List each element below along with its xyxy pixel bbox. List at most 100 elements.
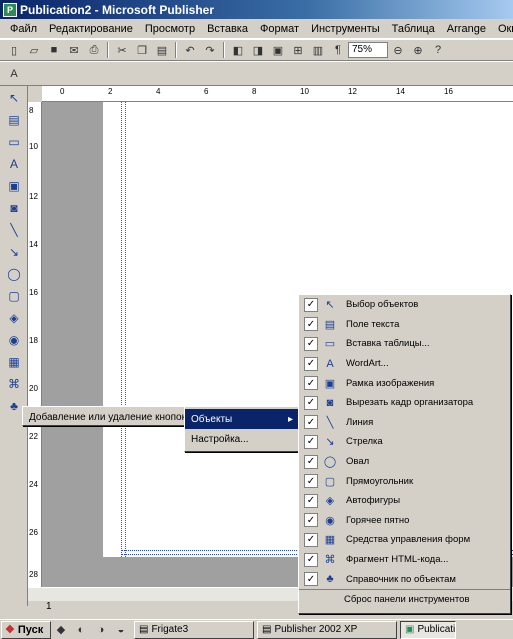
send-back-icon[interactable]: ◨ [250,42,266,58]
bring-front-icon[interactable]: ◧ [230,42,246,58]
taskbar-task-publisher-folder[interactable]: ▤ Publisher 2002 XP [257,620,397,639]
text-box-tool-icon[interactable]: ▤ [4,110,24,130]
menu-item-html-fragment[interactable]: ✓ ⌘ Фрагмент HTML-кода... [299,550,510,570]
pilcrow-icon[interactable]: ¶ [330,42,346,58]
ruler-tick: 10 [300,87,309,96]
quicklaunch-icon[interactable]: ◐ [73,622,89,638]
menu-item-text-box[interactable]: ✓ ▤ Поле текста [299,315,510,335]
menu-item-autoshapes[interactable]: ✓ ◈ Автофигуры [299,491,510,511]
style-icon[interactable]: A [6,66,22,82]
folder-icon: ▤ [262,624,272,635]
menu-item-customize[interactable]: Настройка... [185,429,299,449]
save-icon[interactable]: ■ [46,42,62,58]
group-icon[interactable]: ⊞ [290,42,306,58]
html-fragment-tool-icon[interactable]: ⌘ [4,374,24,394]
table-tool-icon[interactable]: ▭ [4,132,24,152]
menu-item-insert-table[interactable]: ✓ ▭ Вставка таблицы... [299,334,510,354]
toolbar-submenu: Объекты ▸ Настройка... [184,406,300,452]
zoom-in-icon[interactable]: ⊕ [410,42,426,58]
page-indicator[interactable]: 1 [46,601,52,612]
menu-item-rectangle[interactable]: ✓ ▢ Прямоугольник [299,471,510,491]
menu-format[interactable]: Формат [254,23,305,35]
new-icon[interactable]: ▯ [6,42,22,58]
oval-tool-icon[interactable]: ◯ [4,264,24,284]
cut-icon[interactable]: ✂ [114,42,130,58]
add-remove-buttons-menu: Добавление или удаление кнопок ▾ [22,406,194,427]
pointer-tool-icon[interactable]: ↖ [4,88,24,108]
zoom-out-icon[interactable]: ⊖ [390,42,406,58]
quicklaunch-icon[interactable]: ◒ [113,622,129,638]
quicklaunch-icon[interactable]: ◑ [93,622,109,638]
menu-item-wordart[interactable]: ✓ A WordArt... [299,354,510,374]
margin-guide [121,102,122,557]
arrow-tool-icon[interactable]: ↘ [4,242,24,262]
menu-insert[interactable]: Вставка [201,23,254,35]
ruler-tick: 4 [156,87,161,96]
quicklaunch-icon[interactable]: ◆ [53,622,69,638]
ruler-tick: 20 [29,384,38,393]
start-button[interactable]: ❖ Пуск [1,620,51,639]
menu-item-arrow[interactable]: ✓ ↘ Стрелка [299,432,510,452]
menu-view[interactable]: Просмотр [139,23,201,35]
horizontal-ruler[interactable]: 0 2 4 6 8 10 12 14 16 [42,86,513,102]
menu-item-objects[interactable]: Объекты ▸ [185,409,299,429]
columns-icon[interactable]: ▥ [310,42,326,58]
picture-frame-icon: ▣ [324,377,336,390]
checkbox-checked-icon: ✓ [304,434,318,449]
ruler-tick: 18 [29,336,38,345]
taskbar: ❖ Пуск ◆ ◐ ◑ ◒ ▤ Frigate3 ▤ Publisher 20… [0,619,513,639]
menu-item-hotspot[interactable]: ✓ ◉ Горячее пятно [299,511,510,531]
menu-item-design-gallery[interactable]: ✓ ♣ Справочник по объектам [299,569,510,589]
print-icon[interactable]: ⎙ [86,42,102,58]
menu-item-clip-organizer[interactable]: ✓ ◙ Вырезать кадр организатора [299,393,510,413]
checkbox-checked-icon: ✓ [304,356,318,371]
checkbox-checked-icon: ✓ [304,415,318,430]
undo-icon[interactable]: ↶ [182,42,198,58]
arrow-icon: ↘ [325,436,335,449]
checkbox-checked-icon: ✓ [304,297,318,312]
ruler-tick: 26 [29,528,38,537]
hotspot-tool-icon[interactable]: ◉ [4,330,24,350]
publisher-app-icon: ▣ [405,624,415,635]
rectangle-icon: ▢ [324,475,336,488]
email-icon[interactable]: ✉ [66,42,82,58]
menu-item-select-objects[interactable]: ✓ ↖ Выбор объектов [299,295,510,315]
add-remove-buttons-item[interactable]: Добавление или удаление кнопок ▾ [23,407,194,427]
menu-item-reset-toolbar[interactable]: Сброс панели инструментов [299,588,510,609]
wordart-tool-icon[interactable]: A [4,154,24,174]
taskbar-task-publication[interactable]: ▣ Publication [400,620,456,639]
help-icon[interactable]: ? [430,42,446,58]
design-gallery-icon: ♣ [326,573,334,586]
rectangle-tool-icon[interactable]: ▢ [4,286,24,306]
checkbox-checked-icon: ✓ [304,395,318,410]
menu-item-oval[interactable]: ✓ ◯ Овал [299,452,510,472]
redo-icon[interactable]: ↷ [202,42,218,58]
design-gallery-tool-icon[interactable]: ♣ [4,396,24,416]
menu-item-line[interactable]: ✓ ╲ Линия [299,413,510,433]
form-controls-tool-icon[interactable]: ▦ [4,352,24,372]
menu-table[interactable]: Таблица [386,23,441,35]
insert-picture-icon[interactable]: ▣ [270,42,286,58]
clip-organizer-tool-icon[interactable]: ◙ [4,198,24,218]
menu-tools[interactable]: Инструменты [305,23,386,35]
paste-icon[interactable]: ▤ [154,42,170,58]
menu-window[interactable]: Окно [492,23,513,35]
line-tool-icon[interactable]: ╲ [4,220,24,240]
ruler-tick: 2 [108,87,113,96]
menu-item-picture-frame[interactable]: ✓ ▣ Рамка изображения [299,373,510,393]
open-icon[interactable]: ▱ [26,42,42,58]
copy-icon[interactable]: ❐ [134,42,150,58]
title-bar[interactable]: P Publication2 - Microsoft Publisher [0,0,513,19]
ruler-tick: 0 [60,87,65,96]
vertical-ruler[interactable]: 8 10 12 14 16 18 20 22 24 26 28 [28,102,42,587]
checkbox-checked-icon: ✓ [304,572,318,587]
line-icon: ╲ [326,416,334,429]
zoom-select[interactable]: 75% [348,42,388,58]
menu-arrange[interactable]: Arrange [441,23,492,35]
taskbar-task-frigate[interactable]: ▤ Frigate3 [134,620,254,639]
menu-item-form-controls[interactable]: ✓ ▦ Средства управления форм [299,530,510,550]
picture-tool-icon[interactable]: ▣ [4,176,24,196]
menu-edit[interactable]: Редактирование [43,23,139,35]
autoshapes-tool-icon[interactable]: ◈ [4,308,24,328]
menu-file[interactable]: Файл [4,23,43,35]
